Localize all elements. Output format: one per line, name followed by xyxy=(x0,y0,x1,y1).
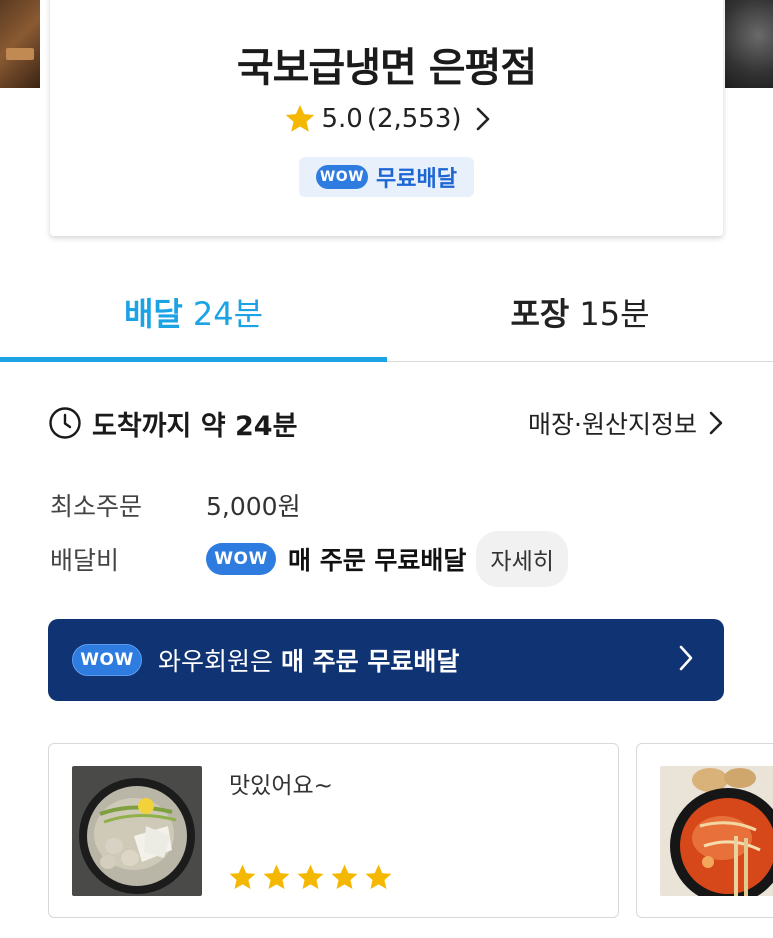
min-order-label: 최소주문 xyxy=(50,492,143,521)
wow-banner-text: 와우회원은 매 주문 무료배달 xyxy=(158,642,459,678)
store-origin-info-label: 매장·원산지정보 xyxy=(528,410,697,439)
chevron-right-icon xyxy=(709,411,723,435)
tab-delivery-time: 24분 xyxy=(192,295,264,333)
min-order-row: 최소주문 5,000원 xyxy=(50,485,301,525)
review-text: 맛있어요~ xyxy=(229,773,333,799)
wow-badge: WOW xyxy=(316,165,369,189)
tab-takeout-label: 포장 xyxy=(510,295,570,333)
tab-delivery-label: 배달 xyxy=(123,295,183,333)
eta-text: 도착까지 약 24분 xyxy=(92,410,298,442)
store-name: 국보급냉면 은평점 xyxy=(236,45,537,91)
tab-takeout[interactable]: 포장 15분 xyxy=(387,262,773,362)
wow-badge: WOW xyxy=(206,543,276,575)
review-star-rating xyxy=(227,862,394,893)
eta-row: 도착까지 약 24분 매장·원산지정보 xyxy=(48,401,723,445)
star-icon xyxy=(229,864,256,889)
active-tab-indicator xyxy=(0,357,387,362)
delivery-fee-text: 매 주문 무료배달 xyxy=(288,546,467,575)
delivery-fee-row: 배달비 WOW 매 주문 무료배달 자세히 xyxy=(50,530,568,588)
review-photo xyxy=(72,766,202,896)
star-icon xyxy=(331,864,358,889)
star-icon xyxy=(286,104,315,132)
min-order-value: 5,000원 xyxy=(206,492,301,521)
store-hero-image-left xyxy=(0,0,40,88)
rating-value: 5.0 xyxy=(321,104,363,134)
store-origin-info-link[interactable]: 매장·원산지정보 xyxy=(528,401,723,445)
store-rating-link[interactable]: 5.0 (2,553) xyxy=(50,102,723,136)
eta-info: 도착까지 약 24분 xyxy=(48,401,297,445)
star-icon xyxy=(263,864,290,889)
tab-takeout-time: 15분 xyxy=(579,295,650,333)
chevron-right-icon xyxy=(679,645,693,671)
tab-delivery[interactable]: 배달 24분 xyxy=(0,262,387,362)
chevron-right-icon xyxy=(476,107,489,131)
wow-badge: WOW xyxy=(72,644,142,676)
star-icon xyxy=(365,864,392,889)
wow-banner-highlight: 매 주문 무료배달 xyxy=(280,647,460,676)
review-count: (2,553) xyxy=(366,104,462,134)
delivery-fee-value: WOW 매 주문 무료배달 자세히 xyxy=(206,531,568,587)
wow-free-delivery-badge: WOW 무료배달 xyxy=(299,157,474,197)
wow-membership-banner[interactable]: WOW 와우회원은 매 주문 무료배달 xyxy=(48,619,724,701)
store-info-card: 국보급냉면 은평점 5.0 (2,553) WOW 무료배달 xyxy=(50,0,723,236)
review-card[interactable]: 맛있어요~ xyxy=(48,743,619,918)
wow-banner-prefix: 와우회원은 xyxy=(158,647,281,676)
clock-icon xyxy=(49,407,81,439)
star-icon xyxy=(297,864,324,889)
store-hero-image-right xyxy=(725,0,773,88)
review-photo xyxy=(660,766,773,896)
delivery-fee-label: 배달비 xyxy=(50,546,120,575)
free-delivery-label: 무료배달 xyxy=(376,167,457,192)
order-type-tabs: 배달 24분 포장 15분 xyxy=(0,262,773,362)
details-button[interactable]: 자세히 xyxy=(476,531,568,587)
review-card[interactable] xyxy=(636,743,773,918)
